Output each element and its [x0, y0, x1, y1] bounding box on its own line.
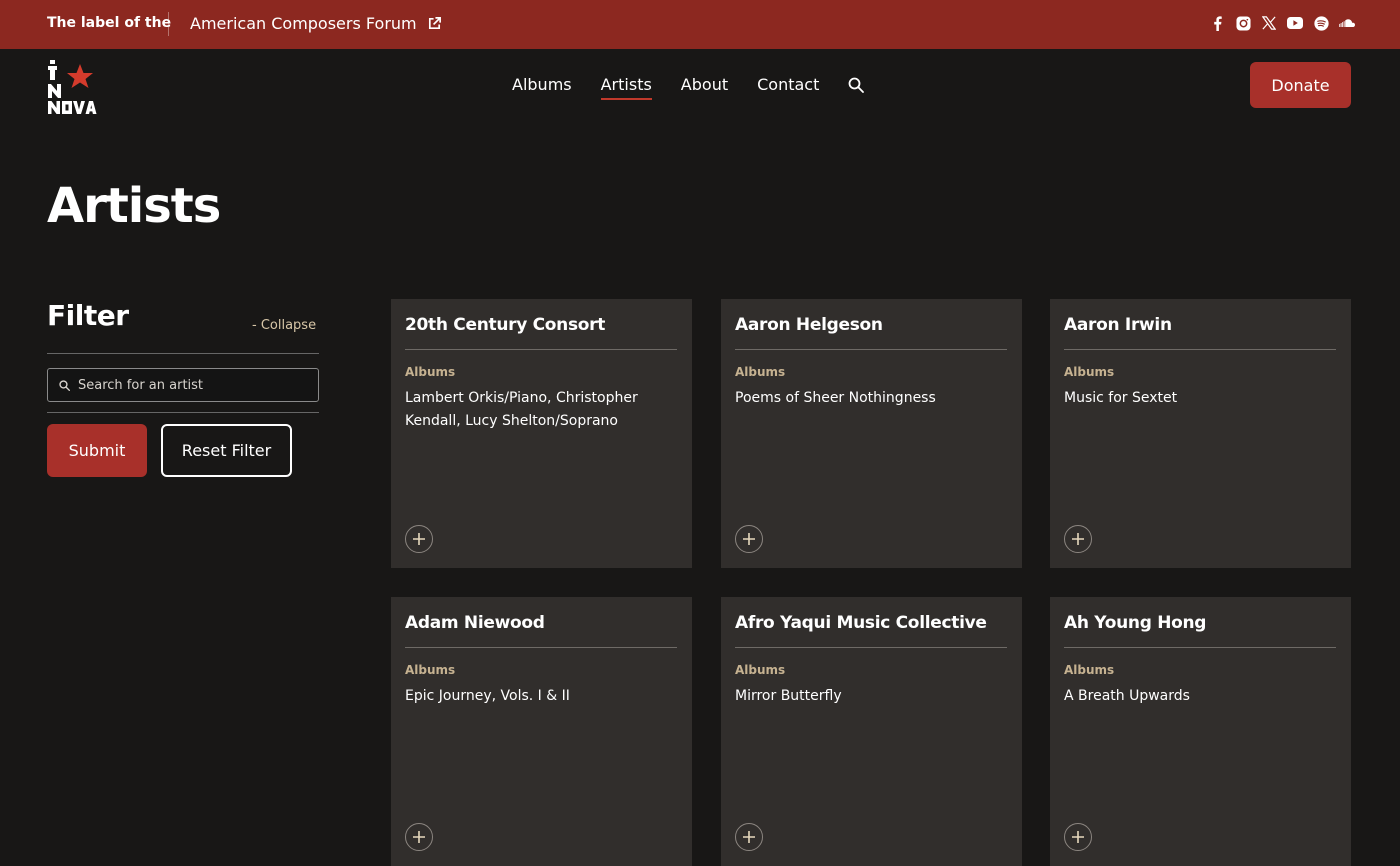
albums-label: Albums [405, 663, 456, 677]
album-list[interactable]: Music for Sextet [1064, 387, 1304, 410]
artist-name[interactable]: 20th Century Consort [405, 315, 605, 335]
card-divider [405, 647, 677, 648]
youtube-icon[interactable] [1287, 15, 1303, 31]
album-list[interactable]: Lambert Orkis/Piano, Christopher Kendall… [405, 387, 645, 433]
artist-card[interactable]: Adam Niewood Albums Epic Journey, Vols. … [391, 597, 692, 866]
card-divider [735, 349, 1007, 350]
search-icon[interactable] [848, 77, 866, 95]
collapse-filter-link[interactable]: - Collapse [252, 318, 316, 333]
expand-plus-icon[interactable] [1064, 525, 1092, 553]
albums-label: Albums [405, 365, 456, 379]
american-composers-forum-link[interactable]: American Composers Forum [190, 14, 442, 33]
album-list[interactable]: Mirror Butterfly [735, 685, 975, 708]
album-list[interactable]: Epic Journey, Vols. I & II [405, 685, 645, 708]
nav-artists[interactable]: Artists [600, 75, 652, 100]
spotify-icon[interactable] [1313, 15, 1329, 31]
nav-about[interactable]: About [681, 75, 728, 98]
donate-button[interactable]: Donate [1250, 62, 1351, 108]
acf-link-label: American Composers Forum [190, 14, 417, 33]
albums-label: Albums [735, 365, 786, 379]
x-icon[interactable] [1261, 15, 1277, 31]
soundcloud-icon[interactable] [1339, 15, 1355, 31]
top-bar: The label of the American Composers Foru… [0, 0, 1400, 49]
card-divider [735, 647, 1007, 648]
main-navbar: Albums Artists About Contact Donate [0, 49, 1400, 129]
reset-filter-button[interactable]: Reset Filter [161, 424, 292, 477]
submit-button[interactable]: Submit [47, 424, 147, 477]
artist-name[interactable]: Aaron Helgeson [735, 315, 883, 335]
card-divider [1064, 647, 1336, 648]
card-divider [1064, 349, 1336, 350]
albums-label: Albums [1064, 365, 1115, 379]
artist-card[interactable]: Ah Young Hong Albums A Breath Upwards [1050, 597, 1351, 866]
top-bar-divider [168, 12, 169, 36]
album-list[interactable]: A Breath Upwards [1064, 685, 1304, 708]
artist-card[interactable]: Aaron Irwin Albums Music for Sextet [1050, 299, 1351, 568]
nav-albums[interactable]: Albums [512, 75, 572, 98]
primary-nav: Albums Artists About Contact [512, 75, 866, 100]
artist-card[interactable]: 20th Century Consort Albums Lambert Orki… [391, 299, 692, 568]
artist-card[interactable]: Aaron Helgeson Albums Poems of Sheer Not… [721, 299, 1022, 568]
albums-label: Albums [735, 663, 786, 677]
expand-plus-icon[interactable] [405, 823, 433, 851]
label-prefix: The label of the [47, 15, 172, 31]
expand-plus-icon[interactable] [1064, 823, 1092, 851]
page-title: Artists [47, 178, 221, 234]
facebook-icon[interactable] [1209, 15, 1225, 31]
card-divider [405, 349, 677, 350]
artist-name[interactable]: Ah Young Hong [1064, 613, 1206, 633]
artist-search-field[interactable] [47, 368, 319, 402]
filter-divider [47, 353, 319, 354]
artist-name[interactable]: Adam Niewood [405, 613, 545, 633]
innova-logo[interactable] [47, 58, 103, 114]
expand-plus-icon[interactable] [735, 823, 763, 851]
filter-divider [47, 412, 319, 413]
search-icon [59, 379, 70, 391]
album-list[interactable]: Poems of Sheer Nothingness [735, 387, 975, 410]
external-link-icon [428, 17, 441, 30]
filter-title: Filter [47, 299, 129, 332]
instagram-icon[interactable] [1235, 15, 1251, 31]
artist-name[interactable]: Afro Yaqui Music Collective [735, 613, 987, 633]
artist-name[interactable]: Aaron Irwin [1064, 315, 1172, 335]
nav-contact[interactable]: Contact [757, 75, 819, 98]
artist-card[interactable]: Afro Yaqui Music Collective Albums Mirro… [721, 597, 1022, 866]
albums-label: Albums [1064, 663, 1115, 677]
expand-plus-icon[interactable] [405, 525, 433, 553]
expand-plus-icon[interactable] [735, 525, 763, 553]
artist-search-input[interactable] [78, 377, 298, 393]
social-links [1209, 15, 1355, 31]
